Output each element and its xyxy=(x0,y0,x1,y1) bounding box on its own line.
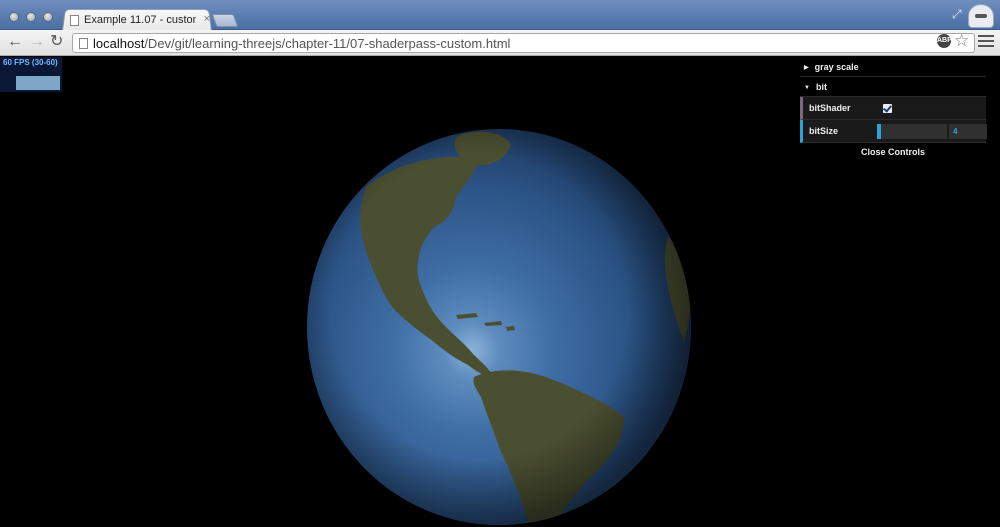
adblock-extension-icon[interactable]: ABP xyxy=(937,34,952,48)
star-icon[interactable]: ☆ xyxy=(954,31,969,51)
reload-icon[interactable]: ↻ xyxy=(50,32,63,52)
menu-icon[interactable] xyxy=(978,35,994,49)
forward-icon[interactable]: → xyxy=(29,32,45,52)
fps-readout: 60 FPS (30-60) xyxy=(3,58,58,67)
browser-toolbar: ← → ↻ localhost/Dev/git/learning-threejs… xyxy=(0,30,1000,56)
earth-globe xyxy=(307,129,691,525)
control-bit-shader: bitShader xyxy=(800,97,986,120)
controls-panel: ▶ gray scale ▼ bit bitShader bitSize 4 Clo… xyxy=(800,57,987,161)
folder-label: bit xyxy=(815,82,827,92)
url-host: localhost xyxy=(93,36,145,51)
caret-icon: ▶ xyxy=(804,65,809,71)
close-window-button[interactable] xyxy=(9,12,19,22)
slider-fill xyxy=(877,124,881,139)
folder-bit[interactable]: ▼ bit xyxy=(800,77,986,97)
page-icon xyxy=(70,14,79,26)
close-controls-button[interactable]: Close Controls xyxy=(800,143,986,161)
fps-graph xyxy=(16,76,60,90)
address-bar[interactable]: localhost/Dev/git/learning-threejs/chapt… xyxy=(72,33,975,53)
browser-tab-content[interactable]: Example 11.07 - custom s × xyxy=(70,10,210,30)
checkbox-icon[interactable] xyxy=(883,104,892,113)
fullscreen-icon[interactable]: ⤢ xyxy=(952,7,962,22)
url-text[interactable]: localhost/Dev/git/learning-threejs/chapt… xyxy=(93,36,510,51)
zoom-window-button[interactable] xyxy=(43,12,53,22)
folder-gray-scale[interactable]: ▶ gray scale xyxy=(800,57,986,77)
profile-icon[interactable] xyxy=(968,4,994,28)
page-icon xyxy=(79,38,88,49)
caret-icon: ▼ xyxy=(804,85,810,91)
control-bit-size: bitSize 4 xyxy=(800,120,987,143)
folder-label: gray scale xyxy=(814,62,859,72)
webgl-canvas[interactable]: 60 FPS (30-60) ▶ gray scale ▼ bit bitSha… xyxy=(0,57,1000,527)
bit-size-input[interactable]: 4 xyxy=(949,124,987,139)
fps-stats-panel[interactable]: 60 FPS (30-60) xyxy=(0,57,62,92)
bit-size-slider[interactable] xyxy=(877,124,947,139)
new-tab-button[interactable] xyxy=(211,14,239,27)
tab-title: Example 11.07 - custom s xyxy=(84,14,196,26)
minimize-window-button[interactable] xyxy=(26,12,36,22)
close-icon[interactable]: × xyxy=(204,13,210,25)
control-label: bitShader xyxy=(809,103,851,113)
control-label: bitSize xyxy=(809,126,839,136)
url-path: /Dev/git/learning-threejs/chapter-11/07-… xyxy=(144,36,511,51)
window-titlebar: Example 11.07 - custom s × ⤢ xyxy=(0,0,1000,32)
back-icon[interactable]: ← xyxy=(7,32,23,52)
